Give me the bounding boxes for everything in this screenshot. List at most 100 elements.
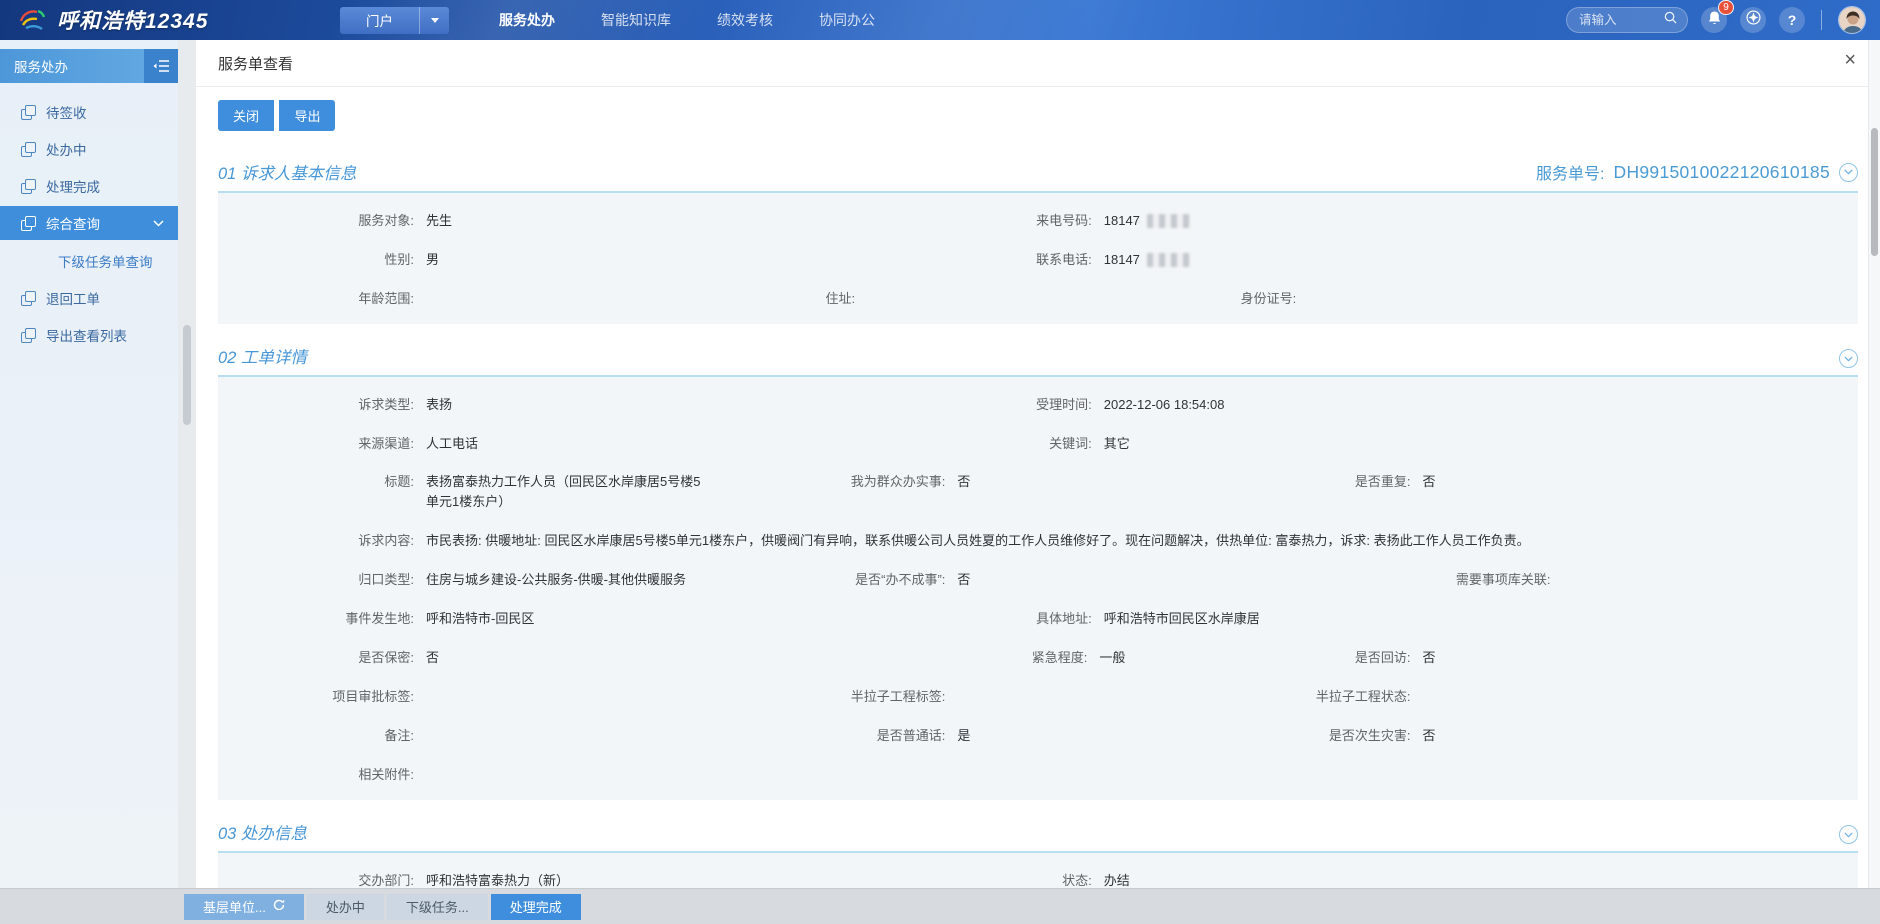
nav-item-collaboration[interactable]: 协同办公 (819, 10, 875, 30)
form-row: 事件发生地: 呼和浩特市-回民区 具体地址: 呼和浩特市回民区水岸康居 (218, 599, 1858, 638)
field-assign-dept: 交办部门: 呼和浩特富泰热力（新） (236, 871, 942, 889)
footer-tab-subordinate-task[interactable]: 下级任务... (387, 894, 488, 920)
nav-item-knowledge-base[interactable]: 智能知识库 (601, 10, 671, 30)
field-status: 状态: 办结 (942, 871, 1840, 889)
navigation-compass-button[interactable] (1740, 7, 1766, 33)
form-row: 相关附件: (218, 755, 1858, 794)
nav-item-performance[interactable]: 绩效考核 (717, 10, 773, 30)
order-number: DH9915010022120610185 (1614, 162, 1831, 183)
chevron-down-icon[interactable] (419, 7, 449, 34)
section-collapse-icon[interactable] (1839, 349, 1858, 368)
field-label: 性别: (236, 250, 414, 270)
field-value: 否 (1423, 648, 1436, 668)
global-search[interactable] (1566, 7, 1688, 33)
field-accept-time: 受理时间: 2022-12-06 18:54:08 (942, 395, 1840, 415)
field-value: 呼和浩特市回民区水岸康居 (1104, 609, 1260, 629)
main-nav: 服务处办 智能知识库 绩效考核 协同办公 (499, 10, 875, 30)
sidebar-subitem-subordinate-task-query[interactable]: 下级任务单查询 (0, 243, 178, 279)
sidebar-item-label: 处理完成 (46, 176, 100, 196)
field-project-approval-tag: 项目审批标签: (236, 687, 797, 707)
field-banlazi-tag: 半拉子工程标签: (797, 687, 1262, 707)
close-button[interactable]: 关闭 (218, 100, 274, 131)
document-icon (21, 328, 36, 343)
field-label: 是否回访: (1263, 648, 1411, 668)
content-scrollbar-thumb[interactable] (1871, 128, 1878, 256)
form-row: 归口类型: 住房与城乡建设-公共服务-供暖-其他供暖服务 是否“办不成事”: 否… (218, 560, 1858, 599)
form-row: 诉求内容: 市民表扬: 供暖地址: 回民区水岸康居5号楼5单元1楼东户，供暖阀门… (218, 521, 1858, 560)
sidebar-item-pending-sign[interactable]: 待签收 (0, 95, 178, 129)
search-input[interactable] (1577, 12, 1658, 28)
field-source-channel: 来源渠道: 人工电话 (236, 434, 942, 454)
field-label: 标题: (236, 472, 414, 492)
document-icon (21, 216, 36, 231)
sidebar-item-returned-orders[interactable]: 退回工单 (0, 281, 178, 315)
document-icon (21, 105, 36, 120)
form-row: 性别: 男 联系电话: 18147 (218, 240, 1858, 279)
field-label: 来源渠道: (236, 434, 414, 454)
field-value: 住房与城乡建设-公共服务-供暖-其他供暖服务 (426, 570, 686, 590)
field-label: 相关附件: (236, 765, 414, 785)
sidebar-item-label: 导出查看列表 (46, 325, 127, 345)
section-header: 01 诉求人基本信息 服务单号: DH9915010022120610185 (218, 160, 1858, 193)
sidebar-item-completed[interactable]: 处理完成 (0, 169, 178, 203)
sidebar-collapse-icon[interactable] (144, 49, 178, 83)
field-value: 一般 (1099, 648, 1125, 668)
nav-item-service-handling[interactable]: 服务处办 (499, 10, 555, 30)
field-label: 是否次生灾害: (1263, 726, 1411, 746)
section-collapse-icon[interactable] (1839, 163, 1858, 182)
chevron-down-icon (153, 220, 164, 227)
field-value: 否 (1423, 472, 1436, 492)
notification-bell[interactable]: 9 (1701, 7, 1727, 33)
section-collapse-icon[interactable] (1839, 825, 1858, 844)
field-label: 我为群众办实事: (797, 472, 945, 492)
refresh-icon[interactable] (273, 899, 285, 914)
footer-tab-completed[interactable]: 处理完成 (491, 894, 581, 920)
field-gender: 性别: 男 (236, 250, 942, 270)
sidebar-item-in-progress[interactable]: 处办中 (0, 132, 178, 166)
field-contact-phone: 联系电话: 18147 (942, 250, 1840, 270)
help-button[interactable]: ? (1779, 7, 1805, 33)
sidebar-scroll-thumb[interactable] (183, 325, 191, 425)
section-title: 01 诉求人基本信息 (218, 160, 356, 184)
close-icon[interactable]: × (1844, 50, 1856, 70)
section-order-details: 02 工单详情 诉求类型: 表扬 受理时间: 2022-12-06 18:54:… (218, 344, 1858, 800)
content-header: 服务单查看 (196, 40, 1880, 87)
sidebar-menu: 待签收 处办中 处理完成 综合查询 下级任务单查询 退回工单 导出查看列表 (0, 95, 178, 352)
field-value: 表扬富泰热力工作人员（回民区水岸康居5号楼5单元1楼东户） (426, 472, 702, 512)
field-value: 男 (426, 250, 439, 270)
field-is-duplicate: 是否重复: 否 (1263, 472, 1840, 492)
compass-icon (1746, 10, 1761, 30)
section-title: 03 处办信息 (218, 820, 307, 844)
portal-button[interactable]: 门户 (340, 7, 449, 34)
footer-tab-base-units[interactable]: 基层单位... (184, 894, 304, 920)
page-title: 服务单查看 (218, 53, 293, 74)
field-label: 项目审批标签: (236, 687, 414, 707)
sidebar-item-label: 退回工单 (46, 288, 100, 308)
field-remark: 备注: (236, 726, 797, 746)
sidebar-item-comprehensive-query[interactable]: 综合查询 (0, 206, 178, 240)
form-row: 诉求类型: 表扬 受理时间: 2022-12-06 18:54:08 (218, 385, 1858, 424)
top-navbar: 呼和浩特12345 门户 服务处办 智能知识库 绩效考核 协同办公 (0, 0, 1880, 40)
field-value: 呼和浩特富泰热力（新） (426, 871, 569, 889)
field-is-mandarin: 是否普通话: 是 (797, 726, 1262, 746)
field-is-secret: 是否保密: 否 (236, 648, 797, 668)
footer-tab-label: 下级任务... (406, 897, 469, 916)
field-label: 半拉子工程状态: (1263, 687, 1411, 707)
field-caller-number: 来电号码: 18147 (942, 211, 1840, 231)
logo-icon (18, 5, 48, 36)
footer-tab-in-progress[interactable]: 处办中 (307, 894, 384, 920)
field-banlazi-status: 半拉子工程状态: (1263, 687, 1840, 707)
field-event-place: 事件发生地: 呼和浩特市-回民区 (236, 609, 942, 629)
form-row: 年龄范围: 住址: 身份证号: (218, 279, 1858, 318)
sidebar-item-export-list[interactable]: 导出查看列表 (0, 318, 178, 352)
field-value: 否 (957, 472, 970, 492)
user-avatar[interactable] (1838, 6, 1866, 34)
section-header: 03 处办信息 (218, 820, 1858, 853)
field-value: 市民表扬: 供暖地址: 回民区水岸康居5号楼5单元1楼东户，供暖阀门有异响，联系… (426, 531, 1530, 551)
export-button[interactable]: 导出 (279, 100, 335, 131)
field-value: 18147 (1104, 211, 1140, 231)
document-icon (21, 179, 36, 194)
content-scrollbar[interactable] (1868, 40, 1880, 888)
search-icon[interactable] (1664, 11, 1677, 29)
field-value: 先生 (426, 211, 452, 231)
